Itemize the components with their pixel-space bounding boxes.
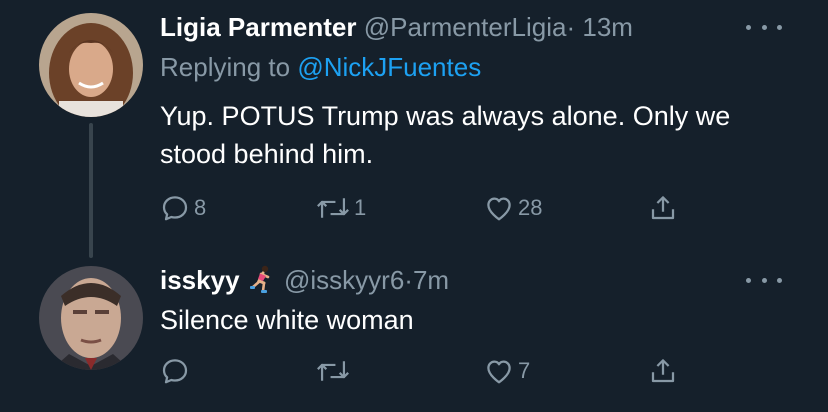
retweet-icon	[317, 198, 349, 218]
user-handle[interactable]: @isskyyr6	[284, 265, 404, 295]
retweet-button[interactable]	[316, 351, 354, 391]
share-button[interactable]	[648, 188, 678, 228]
more-options-icon[interactable]	[746, 17, 782, 37]
more-options-icon[interactable]	[746, 270, 782, 290]
reply-icon	[162, 359, 188, 384]
share-icon	[651, 196, 675, 220]
thread-line	[89, 123, 93, 258]
retweet-button[interactable]: 1	[316, 188, 366, 228]
reply-count: 8	[194, 195, 207, 220]
profile-photo-ligia	[39, 13, 143, 117]
replying-to: Replying to @NickJFuentes	[160, 51, 481, 83]
share-button[interactable]	[648, 351, 678, 391]
separator: ·	[566, 12, 576, 42]
reply-button[interactable]: 8	[160, 188, 206, 228]
heart-icon	[487, 197, 511, 221]
profile-photo-isskyy	[39, 266, 143, 370]
like-count: 28	[518, 195, 543, 220]
timestamp[interactable]: 7m	[413, 265, 449, 295]
tweet-2[interactable]: isskyy @isskyyr6·7m Silence white woman	[0, 250, 828, 412]
avatar[interactable]	[39, 13, 143, 117]
tweet-1[interactable]: Ligia Parmenter @ParmenterLigia· 13m Rep…	[0, 0, 828, 258]
tweet-text: Yup. POTUS Trump was always alone. Only …	[160, 101, 731, 169]
heart-icon	[487, 360, 511, 384]
tweet-text: Silence white woman	[160, 305, 414, 335]
share-icon	[651, 359, 675, 383]
reply-icon	[162, 196, 188, 221]
retweet-icon	[317, 361, 349, 381]
like-count: 7	[518, 358, 531, 383]
user-handle[interactable]: @ParmenterLigia	[364, 12, 567, 42]
mention-link[interactable]: @NickJFuentes	[297, 52, 481, 82]
tweet-header: Ligia Parmenter @ParmenterLigia· 13m	[160, 11, 633, 43]
display-name[interactable]: Ligia Parmenter	[160, 12, 357, 42]
tweet-header: isskyy @isskyyr6·7m	[160, 264, 449, 300]
like-button[interactable]: 7	[484, 351, 530, 391]
timestamp[interactable]: 13m	[582, 12, 633, 42]
like-button[interactable]: 28	[484, 188, 542, 228]
retweet-count: 1	[354, 195, 367, 220]
separator: ·	[404, 265, 413, 295]
woman-running-emoji	[249, 265, 275, 300]
avatar[interactable]	[39, 266, 143, 370]
replying-prefix: Replying to	[160, 52, 291, 82]
reply-button[interactable]	[160, 351, 194, 391]
display-name[interactable]: isskyy	[160, 265, 240, 295]
